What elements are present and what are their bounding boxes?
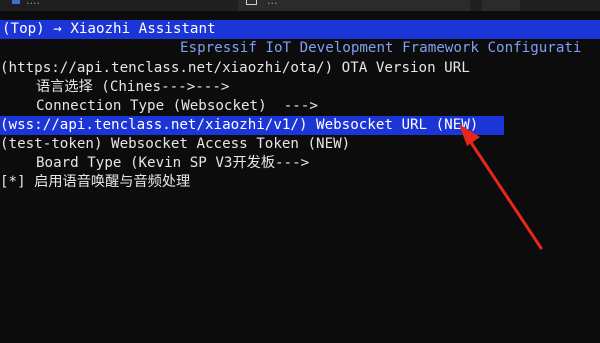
menu-item-ota-url[interactable]: (https://api.tenclass.net/xiaozhi/ota/) … bbox=[0, 59, 470, 78]
menu-item-wake-word[interactable]: [*] 启用语音唤醒与音频处理 bbox=[0, 173, 190, 192]
terminal-tab-3[interactable] bbox=[482, 0, 520, 11]
terminal-tab-strip: .... ... bbox=[0, 0, 600, 11]
terminal-tab-1-label: .... bbox=[26, 0, 40, 7]
terminal-tab-1[interactable]: .... bbox=[12, 0, 40, 11]
menu-item-websocket-token[interactable]: (test-token) Websocket Access Token (NEW… bbox=[0, 135, 350, 154]
menu-item-board-type[interactable]: Board Type (Kevin SP V3开发板---> bbox=[36, 154, 309, 173]
menu-item-connection-type[interactable]: Connection Type (Websocket) ---> bbox=[36, 97, 318, 116]
menu-item-language[interactable]: 语言选择 (Chines--->---> bbox=[36, 78, 229, 97]
terminal-tab-2[interactable]: ... bbox=[238, 0, 470, 11]
menu-title: (Top) → Xiaozhi Assistant bbox=[2, 21, 216, 37]
terminal-icon bbox=[246, 0, 257, 5]
powershell-icon bbox=[12, 0, 20, 4]
terminal-tab-2-label: ... bbox=[267, 0, 278, 7]
menu-item-websocket-url[interactable]: (wss://api.tenclass.net/xiaozhi/v1/) Web… bbox=[0, 116, 478, 135]
menu-subtitle: Espressif IoT Development Framework Conf… bbox=[180, 40, 582, 56]
terminal-window: .... ... (Top) → Xiaozhi Assistant Espre… bbox=[0, 0, 600, 343]
annotation-arrow-shaft bbox=[466, 136, 543, 250]
